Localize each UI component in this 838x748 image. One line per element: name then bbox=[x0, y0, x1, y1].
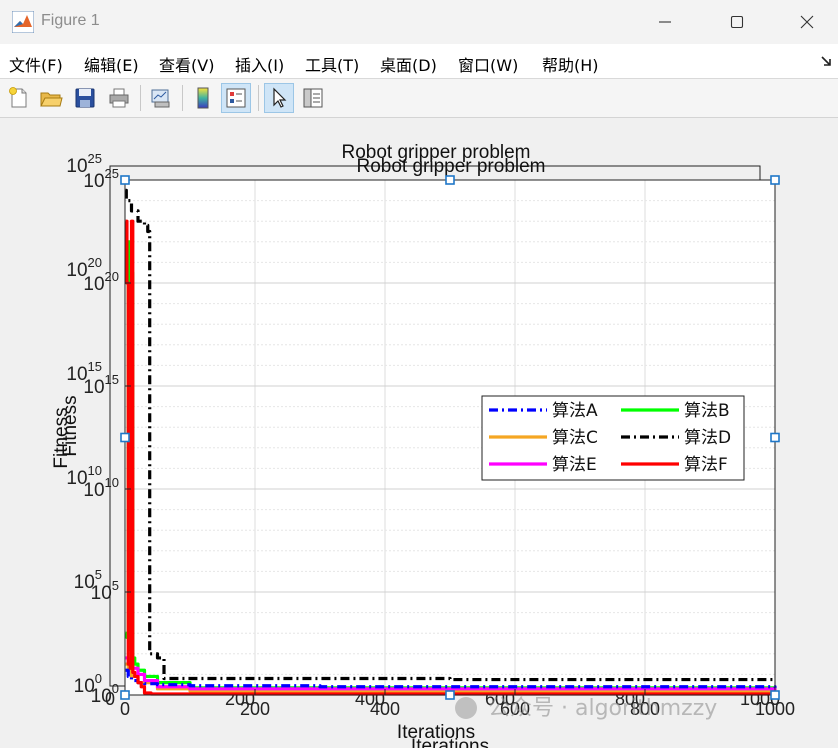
menu-view[interactable]: 查看(V) bbox=[159, 52, 214, 76]
close-button[interactable] bbox=[780, 0, 834, 44]
maximize-button[interactable] bbox=[710, 0, 764, 44]
y-tick-label: 1010 bbox=[83, 475, 119, 501]
watermark: 公众号 · algorithmzzy bbox=[455, 696, 717, 721]
minimize-button[interactable] bbox=[638, 0, 692, 44]
x-axis-label: Iterations bbox=[397, 722, 475, 743]
y-tick-label: 1015 bbox=[83, 372, 119, 398]
colorbar-icon bbox=[197, 87, 209, 109]
menu-help[interactable]: 帮助(H) bbox=[542, 52, 599, 76]
resize-handle[interactable] bbox=[770, 432, 780, 443]
resize-handle[interactable] bbox=[445, 690, 455, 700]
property-inspector-button[interactable] bbox=[298, 83, 328, 113]
new-figure-button[interactable] bbox=[4, 83, 34, 113]
save-button[interactable] bbox=[70, 83, 100, 113]
legend-label: 算法A bbox=[552, 401, 598, 421]
x-tick-label: 400 bbox=[370, 699, 400, 719]
axes-title: Robot gripper problem bbox=[356, 156, 545, 177]
open-file-icon bbox=[40, 92, 63, 107]
x-tick-label: 200 bbox=[240, 699, 270, 719]
maximize-icon bbox=[730, 15, 744, 29]
resize-handle[interactable] bbox=[120, 175, 130, 185]
pointer-button[interactable] bbox=[264, 83, 294, 113]
menu-edit[interactable]: 编辑(E) bbox=[84, 52, 139, 76]
minimize-icon bbox=[659, 21, 671, 23]
link-plot-button[interactable] bbox=[146, 83, 176, 113]
open-file-button[interactable] bbox=[36, 83, 66, 113]
window-title: Figure 1 bbox=[41, 12, 100, 29]
legend-label: 算法D bbox=[684, 428, 731, 448]
figure-window: Figure 1 文件(F) 编辑(E) 查看(V) 插入(I) 工具(T) 桌… bbox=[0, 0, 838, 748]
menu-tools[interactable]: 工具(T) bbox=[305, 52, 359, 76]
y-tick-label: 1020 bbox=[83, 269, 119, 295]
toolbar-separator bbox=[140, 85, 141, 111]
menu-desktop[interactable]: 桌面(D) bbox=[380, 52, 437, 76]
colorbar-button[interactable] bbox=[188, 83, 218, 113]
legend-button[interactable] bbox=[221, 83, 251, 113]
menu-file[interactable]: 文件(F) bbox=[9, 52, 63, 76]
pointer-icon bbox=[273, 87, 287, 108]
toolbar bbox=[0, 78, 838, 118]
y-axis-label: Fitness bbox=[51, 407, 72, 468]
resize-handle[interactable] bbox=[770, 175, 780, 185]
plot-svg: Robot gripper problem Iterations Fitness… bbox=[51, 142, 795, 748]
legend-label: 算法B bbox=[684, 401, 730, 421]
menu-bar: 文件(F) 编辑(E) 查看(V) 插入(I) 工具(T) 桌面(D) 窗口(W… bbox=[0, 44, 838, 78]
wechat-icon bbox=[455, 697, 477, 719]
x-tick-label: 1000 bbox=[755, 699, 795, 719]
save-icon bbox=[75, 88, 95, 108]
close-icon bbox=[800, 15, 814, 29]
menu-insert[interactable]: 插入(I) bbox=[235, 52, 284, 76]
watermark-text: 公众号 · algorithmzzy bbox=[488, 696, 717, 721]
title-bar: Figure 1 bbox=[0, 0, 838, 44]
legend-label: 算法E bbox=[552, 455, 597, 475]
menu-window[interactable]: 窗口(W) bbox=[458, 52, 518, 76]
toolbar-separator bbox=[182, 85, 183, 111]
new-figure-icon bbox=[9, 87, 27, 108]
print-icon bbox=[109, 88, 129, 108]
resize-handle[interactable] bbox=[120, 690, 130, 700]
legend-label: 算法C bbox=[552, 428, 598, 448]
resize-handle[interactable] bbox=[120, 432, 130, 443]
resize-handle[interactable] bbox=[445, 175, 455, 185]
legend[interactable]: 算法A 算法B 算法C 算法D 算法E 算法F bbox=[481, 395, 745, 481]
property-inspector-icon bbox=[303, 88, 323, 108]
link-plot-icon bbox=[151, 89, 170, 108]
matlab-icon bbox=[12, 11, 34, 33]
toolbar-separator bbox=[258, 85, 259, 111]
legend-label: 算法F bbox=[684, 455, 728, 475]
dock-arrow-icon[interactable] bbox=[820, 54, 834, 68]
resize-handle[interactable] bbox=[770, 690, 780, 700]
y-tick-label: 1025 bbox=[83, 166, 119, 192]
x-tick-label: 0 bbox=[120, 699, 130, 719]
figure-canvas: Robot gripper problem Iterations Fitness… bbox=[0, 118, 838, 748]
legend-icon bbox=[226, 88, 246, 108]
print-button[interactable] bbox=[104, 83, 134, 113]
